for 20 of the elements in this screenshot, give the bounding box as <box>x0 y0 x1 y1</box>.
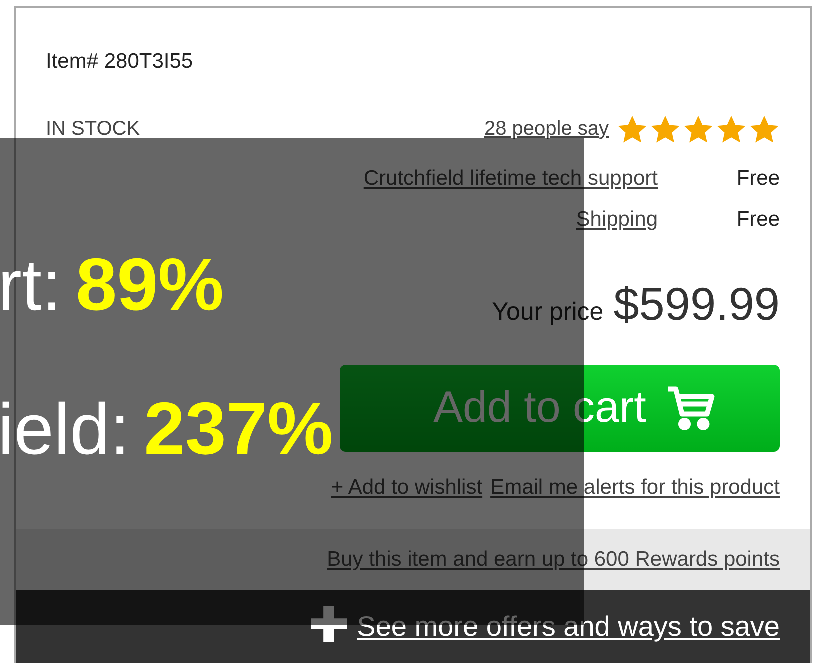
alerts-link[interactable]: Email me alerts for this product <box>490 472 780 503</box>
stat-label: ield: <box>0 394 130 466</box>
service-price: Free <box>736 166 780 192</box>
stat-value: 89% <box>76 248 224 322</box>
stat-label: rt: <box>0 250 62 322</box>
plus-icon <box>311 606 348 642</box>
stat-value: 237% <box>144 392 334 466</box>
star-icon <box>617 114 648 144</box>
star-icon <box>749 114 780 144</box>
star-icon <box>716 114 747 144</box>
wishlist-link[interactable]: + Add to wishlist <box>331 472 483 503</box>
reviews-link[interactable]: 28 people say <box>484 114 609 144</box>
item-number: Item# 280T3I55 <box>46 49 194 75</box>
price: $599.99 <box>614 276 780 332</box>
service-price: Free <box>736 207 780 233</box>
stock-status: IN STOCK <box>46 117 140 142</box>
offers-link[interactable]: See more offers and ways to save <box>357 606 780 648</box>
star-icon <box>683 114 714 144</box>
star-icon <box>650 114 681 144</box>
service-link[interactable]: Crutchfield lifetime tech support <box>364 162 658 194</box>
